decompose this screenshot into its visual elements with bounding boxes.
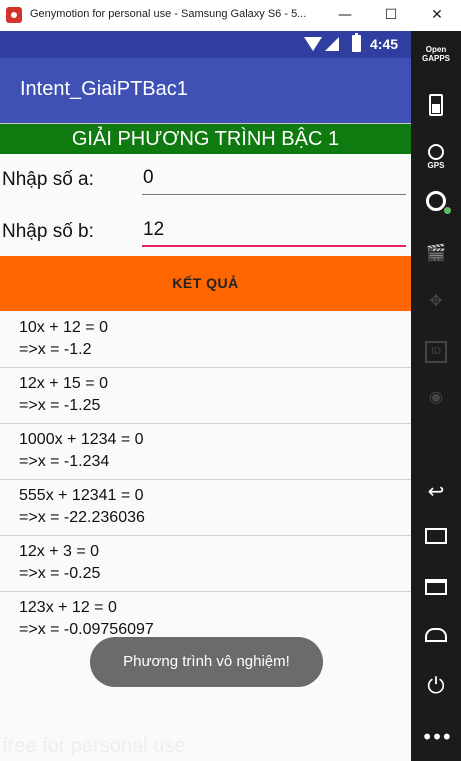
signal-icon bbox=[325, 37, 339, 51]
wifi-icon bbox=[304, 37, 322, 51]
result-text: =>x = -1.2 bbox=[19, 341, 92, 358]
window-titlebar: Genymotion for personal use - Samsung Ga… bbox=[0, 0, 461, 32]
clapperboard-icon[interactable]: 🎬 bbox=[411, 243, 461, 262]
result-text: =>x = -0.25 bbox=[19, 565, 101, 582]
label-b: Nhập số b: bbox=[2, 221, 94, 242]
equation-text: 12x + 15 = 0 bbox=[19, 375, 108, 392]
list-item[interactable]: 10x + 12 = 0 =>x = -1.2 bbox=[0, 312, 411, 368]
opengapps-line2: GAPPS bbox=[421, 54, 450, 63]
battery-status-icon bbox=[352, 33, 361, 52]
menu-icon[interactable] bbox=[411, 579, 461, 599]
id-label: ID bbox=[425, 341, 447, 363]
opengapps-line1: Open bbox=[425, 45, 447, 54]
equation-text: 12x + 3 = 0 bbox=[19, 543, 100, 560]
genymotion-app-icon bbox=[6, 7, 22, 23]
list-item[interactable]: 12x + 15 = 0 =>x = -1.25 bbox=[0, 368, 411, 424]
result-text: =>x = -22.236036 bbox=[19, 509, 145, 526]
list-item[interactable]: 12x + 3 = 0 =>x = -0.25 bbox=[0, 536, 411, 592]
battery-icon[interactable] bbox=[411, 94, 461, 118]
android-status-bar: 4:45 bbox=[0, 31, 411, 58]
label-a: Nhập số a: bbox=[2, 169, 94, 190]
equation-text: 123x + 12 = 0 bbox=[19, 599, 117, 616]
equation-text: 10x + 12 = 0 bbox=[19, 319, 108, 336]
home-icon[interactable] bbox=[411, 627, 461, 647]
list-item[interactable]: 555x + 12341 = 0 =>x = -22.236036 bbox=[0, 480, 411, 536]
webcam-icon[interactable] bbox=[411, 191, 461, 217]
equation-text: 555x + 12341 = 0 bbox=[19, 487, 144, 504]
dpad-icon[interactable]: ✥ bbox=[411, 291, 461, 310]
watermark-text: free for personal use bbox=[2, 735, 186, 757]
gps-icon[interactable]: GPS bbox=[411, 144, 461, 170]
list-item[interactable]: 1000x + 1234 = 0 =>x = -1.234 bbox=[0, 424, 411, 480]
minimize-button[interactable]: — bbox=[322, 0, 368, 31]
device-screen: 4:45 Intent_GiaiPTBac1 GIẢI PHƯƠNG TRÌNH… bbox=[0, 31, 411, 761]
input-b-value: 12 bbox=[143, 219, 165, 240]
input-a-underline bbox=[142, 194, 406, 195]
result-button[interactable]: KẾT QUẢ bbox=[0, 256, 411, 311]
equation-text: 1000x + 1234 = 0 bbox=[19, 431, 144, 448]
input-b-underline bbox=[142, 245, 406, 247]
toast-message: Phương trình vô nghiệm! bbox=[90, 637, 323, 687]
status-time: 4:45 bbox=[370, 36, 399, 52]
result-history-list: 10x + 12 = 0 =>x = -1.2 12x + 15 = 0 =>x… bbox=[0, 312, 411, 647]
input-b[interactable]: 12 bbox=[142, 217, 406, 247]
power-icon[interactable]: ⏻ bbox=[411, 674, 461, 699]
maximize-button[interactable]: ☐ bbox=[368, 0, 414, 31]
input-a-value: 0 bbox=[143, 167, 154, 188]
app-title: Intent_GiaiPTBac1 bbox=[20, 78, 188, 100]
disk-icon[interactable]: ◉ bbox=[411, 387, 461, 406]
app-action-bar: Intent_GiaiPTBac1 bbox=[0, 58, 411, 123]
page-banner: GIẢI PHƯƠNG TRÌNH BẬC 1 bbox=[0, 124, 411, 154]
window-title: Genymotion for personal use - Samsung Ga… bbox=[30, 8, 307, 20]
more-icon[interactable]: ••• bbox=[411, 725, 461, 749]
result-text: =>x = -1.25 bbox=[19, 397, 101, 414]
result-text: =>x = -1.234 bbox=[19, 453, 110, 470]
recent-apps-icon[interactable] bbox=[411, 528, 461, 548]
back-icon[interactable]: ↩ bbox=[411, 479, 461, 503]
id-icon[interactable]: ID bbox=[411, 339, 461, 363]
emulator-toolbar: Open GAPPS GPS 🎬 ✥ ID ◉ ↩ ⏻ ••• bbox=[411, 31, 461, 761]
opengapps-button[interactable]: Open GAPPS bbox=[411, 45, 461, 63]
input-a[interactable]: 0 bbox=[142, 165, 406, 195]
close-button[interactable]: ✕ bbox=[414, 0, 460, 31]
